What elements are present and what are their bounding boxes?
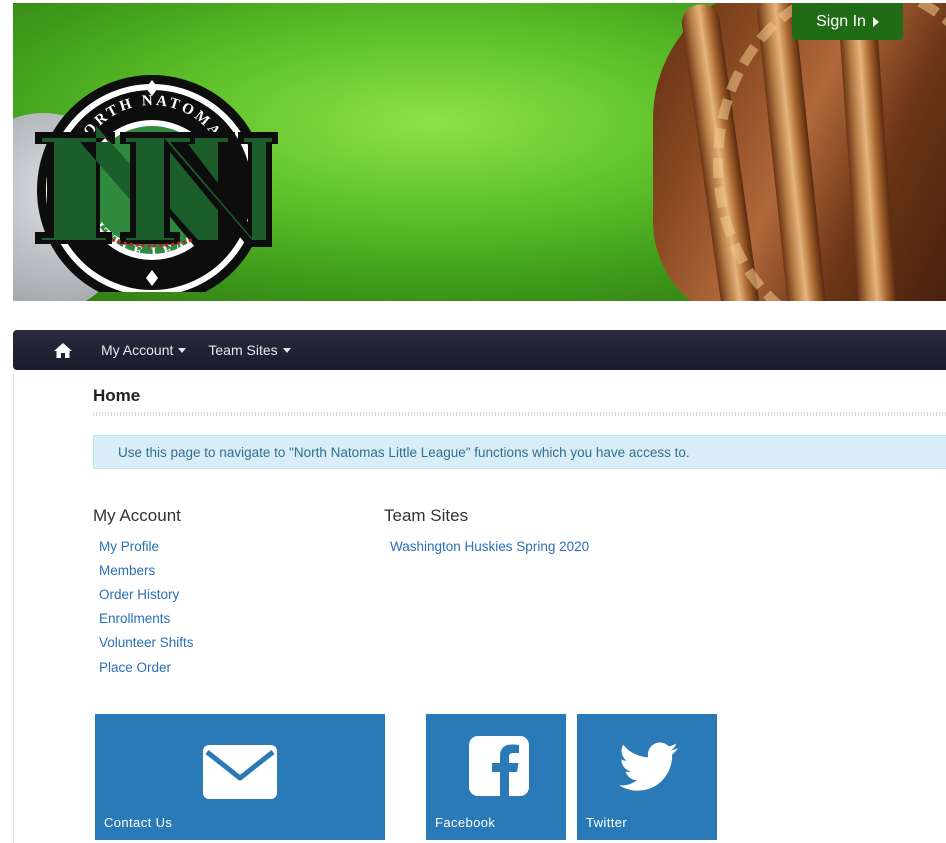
envelope-icon bbox=[203, 745, 277, 799]
contact-us-tile[interactable]: Contact Us bbox=[95, 714, 385, 840]
facebook-icon bbox=[469, 736, 529, 796]
glove-stitching bbox=[713, 3, 946, 301]
caret-right-icon bbox=[872, 16, 879, 27]
main-navbar: My Account Team Sites bbox=[13, 330, 946, 370]
link-order-history[interactable]: Order History bbox=[99, 587, 179, 602]
caret-down-icon bbox=[178, 347, 187, 353]
info-alert: Use this page to navigate to "North Nato… bbox=[93, 435, 946, 469]
home-icon bbox=[54, 342, 72, 358]
twitter-tile[interactable]: Twitter bbox=[577, 714, 717, 840]
nav-my-account-dropdown[interactable]: My Account bbox=[101, 342, 187, 358]
nav-team-sites-dropdown[interactable]: Team Sites bbox=[208, 342, 291, 358]
link-place-order[interactable]: Place Order bbox=[99, 660, 171, 675]
page-title: Home bbox=[93, 386, 141, 405]
twitter-icon bbox=[619, 742, 678, 791]
team-sites-heading: Team Sites bbox=[384, 506, 469, 525]
link-team-site[interactable]: Washington Huskies Spring 2020 bbox=[390, 539, 589, 554]
link-enrollments[interactable]: Enrollments bbox=[99, 611, 170, 626]
sign-in-button[interactable]: Sign In bbox=[792, 3, 903, 40]
link-members[interactable]: Members bbox=[99, 563, 155, 578]
caret-down-icon bbox=[282, 347, 291, 353]
nav-team-sites-label: Team Sites bbox=[208, 342, 278, 358]
link-my-profile[interactable]: My Profile bbox=[99, 539, 159, 554]
contact-us-label: Contact Us bbox=[104, 815, 173, 830]
nav-my-account-label: My Account bbox=[101, 342, 174, 358]
league-logo[interactable]: NORTH NATOMAS LITTLE LEAGUE bbox=[20, 62, 290, 305]
league-logo-graphic: NORTH NATOMAS LITTLE LEAGUE bbox=[35, 75, 278, 305]
home-button[interactable] bbox=[45, 330, 81, 370]
content-left-border bbox=[13, 370, 14, 843]
facebook-label: Facebook bbox=[435, 815, 496, 830]
sign-in-label: Sign In bbox=[816, 12, 866, 30]
my-account-heading: My Account bbox=[93, 506, 181, 525]
info-alert-text: Use this page to navigate to "North Nato… bbox=[118, 444, 690, 460]
twitter-label: Twitter bbox=[586, 815, 628, 830]
facebook-tile[interactable]: Facebook bbox=[426, 714, 566, 840]
title-divider bbox=[93, 412, 946, 416]
link-volunteer-shifts[interactable]: Volunteer Shifts bbox=[99, 635, 194, 650]
